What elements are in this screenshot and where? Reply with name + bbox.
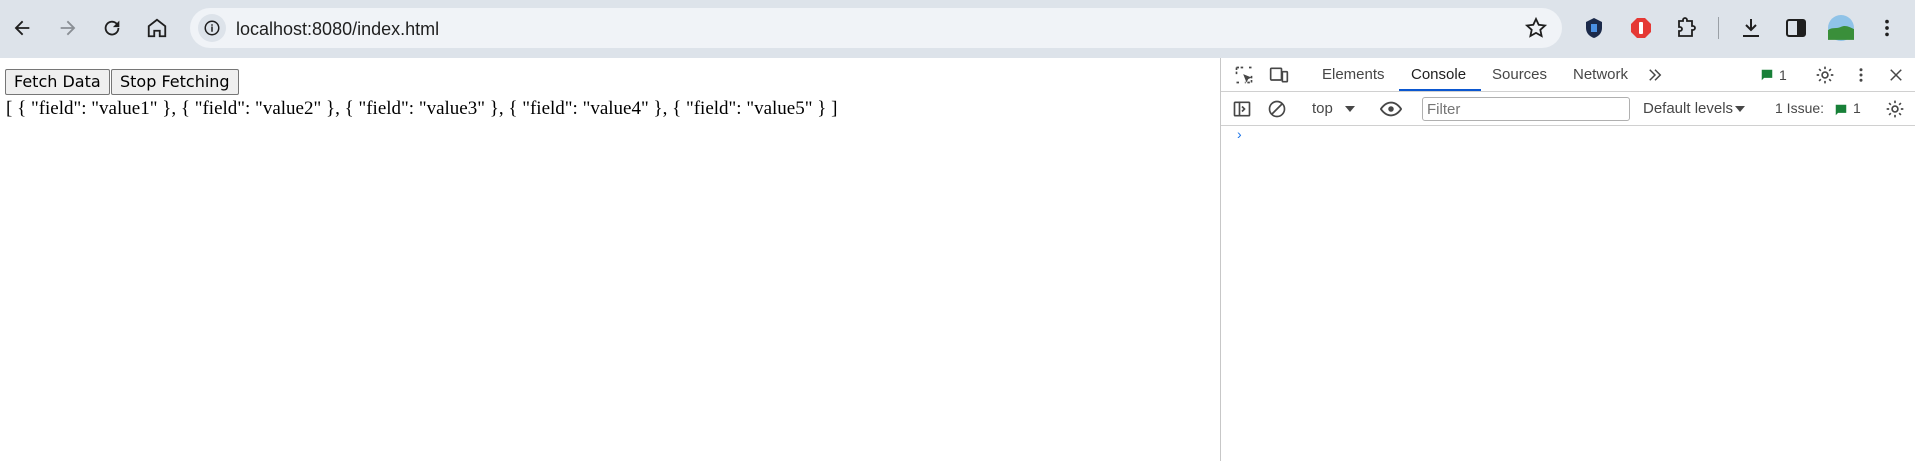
console-toolbar: top Default levels 1 Issue: 1	[1221, 92, 1915, 126]
levels-chevron-down-icon[interactable]	[1735, 104, 1745, 114]
tab-sources[interactable]: Sources	[1492, 66, 1547, 83]
profile-avatar[interactable]	[1827, 14, 1855, 42]
issue-message-icon[interactable]	[1834, 103, 1848, 117]
extension-stop-icon[interactable]	[1627, 14, 1655, 42]
chevron-down-icon[interactable]	[1345, 104, 1355, 114]
page-viewport: Fetch Data Stop Fetching [ { "field": "v…	[0, 58, 1220, 461]
console-settings-gear-icon[interactable]	[1884, 98, 1906, 120]
menu-more-icon[interactable]	[1873, 14, 1901, 42]
browser-toolbar: localhost:8080/index.html	[0, 0, 1915, 58]
fetch-data-button[interactable]: Fetch Data	[5, 69, 110, 95]
back-arrow-icon	[14, 20, 30, 36]
active-tab-indicator	[1399, 89, 1481, 91]
devtools-panel: Elements Console Sources Network 1 top F…	[1220, 58, 1915, 461]
tab-console[interactable]: Console	[1411, 66, 1466, 83]
bookmark-star-icon[interactable]	[1524, 16, 1548, 40]
settings-gear-icon[interactable]	[1814, 64, 1836, 86]
stop-fetching-button[interactable]: Stop Fetching	[111, 69, 239, 95]
toolbar-divider	[1718, 17, 1719, 39]
devtools-more-icon[interactable]	[1850, 64, 1872, 86]
sidebar-toggle-icon[interactable]	[1231, 98, 1253, 120]
side-panel-icon[interactable]	[1782, 14, 1810, 42]
home-button[interactable]	[141, 12, 173, 44]
device-toolbar-icon[interactable]	[1268, 64, 1290, 86]
issues-label[interactable]: 1 Issue:	[1775, 100, 1824, 116]
message-icon[interactable]	[1759, 67, 1775, 83]
home-icon	[147, 18, 167, 38]
data-output-text: [ { "field": "value1" }, { "field": "val…	[6, 98, 838, 119]
inspect-element-icon[interactable]	[1233, 64, 1255, 86]
more-tabs-icon[interactable]	[1646, 66, 1664, 84]
context-selector[interactable]: top	[1312, 100, 1333, 117]
reload-icon	[104, 20, 120, 36]
tab-network[interactable]: Network	[1573, 66, 1628, 83]
download-icon[interactable]	[1737, 14, 1765, 42]
extensions-puzzle-icon[interactable]	[1672, 14, 1700, 42]
url-text[interactable]: localhost:8080/index.html	[236, 19, 439, 40]
console-prompt[interactable]: ›	[1237, 126, 1242, 142]
console-filter-input[interactable]	[1422, 97, 1630, 121]
extension-shield-icon[interactable]	[1580, 14, 1608, 42]
message-count[interactable]: 1	[1779, 67, 1787, 83]
devtools-tab-bar: Elements Console Sources Network 1	[1221, 58, 1915, 92]
forward-arrow-icon	[60, 20, 76, 36]
issues-count[interactable]: 1	[1853, 100, 1861, 116]
clear-console-icon[interactable]	[1266, 98, 1288, 120]
close-devtools-icon[interactable]	[1885, 64, 1907, 86]
reload-button[interactable]	[96, 12, 128, 44]
tab-elements[interactable]: Elements	[1322, 66, 1385, 83]
log-levels-dropdown[interactable]: Default levels	[1643, 100, 1733, 117]
live-expression-eye-icon[interactable]	[1378, 98, 1404, 120]
site-info-icon[interactable]	[198, 14, 226, 42]
address-bar[interactable]: localhost:8080/index.html	[190, 8, 1562, 48]
back-button[interactable]	[6, 12, 38, 44]
forward-button[interactable]	[52, 12, 84, 44]
